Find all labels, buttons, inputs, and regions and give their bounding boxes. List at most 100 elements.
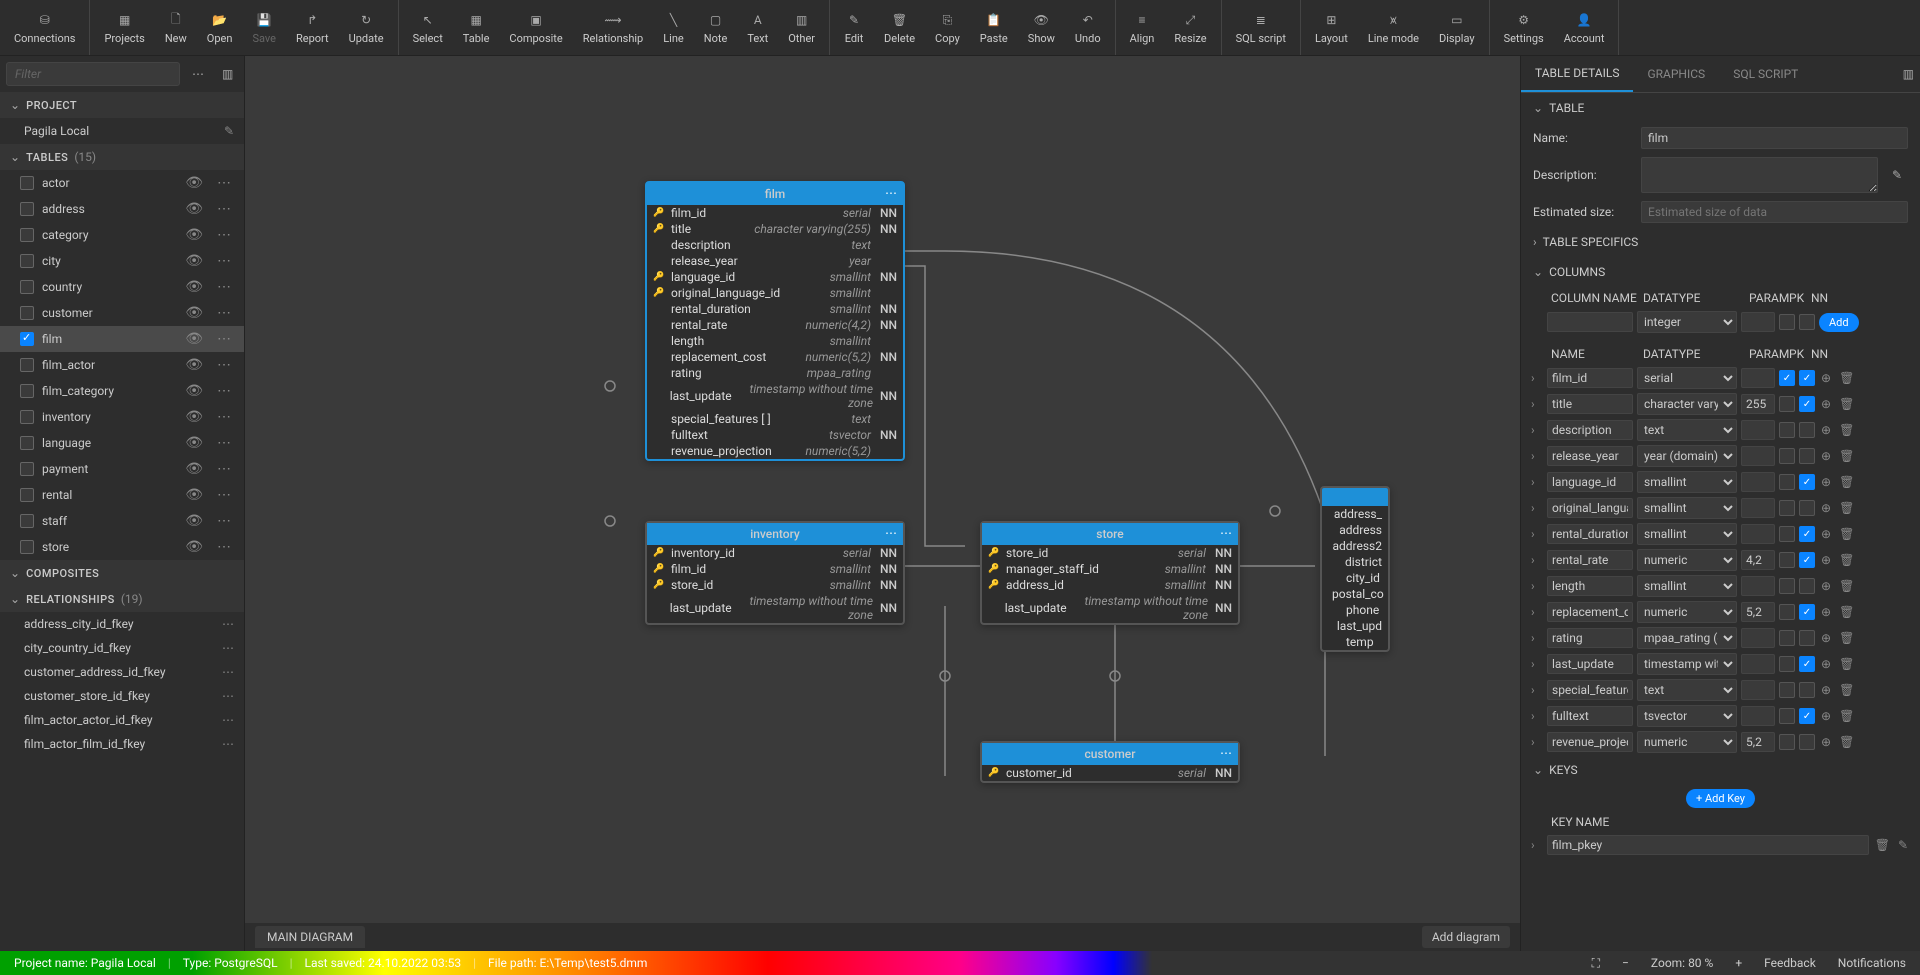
chevron-right-icon[interactable]: ›: [1531, 475, 1543, 489]
more-icon[interactable]: ⋯: [214, 539, 234, 555]
sidebar-item-actor[interactable]: actor👁⋯: [0, 170, 244, 196]
checkbox[interactable]: [20, 488, 34, 502]
more-icon[interactable]: ⋯: [1220, 746, 1232, 760]
pk-checkbox[interactable]: [1779, 630, 1795, 646]
tab-table-details[interactable]: TABLE DETAILS: [1521, 56, 1633, 92]
table-header[interactable]: inventory ⋯: [647, 523, 903, 545]
col-param-input[interactable]: [1741, 680, 1775, 700]
add-key-button[interactable]: + Add Key: [1686, 789, 1755, 808]
project-name-row[interactable]: Pagila Local ✎: [0, 118, 244, 144]
delete-icon[interactable]: 🗑: [1837, 553, 1856, 567]
eye-icon[interactable]: 👁: [182, 487, 206, 503]
drag-icon[interactable]: ⊕: [1819, 553, 1833, 567]
drag-icon[interactable]: ⊕: [1819, 449, 1833, 463]
col-name-input[interactable]: [1547, 446, 1633, 466]
nn-checkbox[interactable]: [1799, 630, 1815, 646]
more-icon[interactable]: ⋯: [214, 461, 234, 477]
panel-toggle-icon[interactable]: ▥: [216, 63, 239, 85]
col-param-input[interactable]: [1741, 654, 1775, 674]
align-button[interactable]: ≡Align: [1120, 0, 1165, 55]
col-name-input[interactable]: [1547, 420, 1633, 440]
sidebar-item-address[interactable]: address👁⋯: [0, 196, 244, 222]
rel-item-film_actor_actor_id_fkey[interactable]: film_actor_actor_id_fkey⋯: [0, 708, 244, 732]
pk-checkbox[interactable]: [1779, 682, 1795, 698]
chevron-right-icon[interactable]: ›: [1531, 423, 1543, 437]
table-name-input[interactable]: [1641, 127, 1908, 149]
drag-icon[interactable]: ⊕: [1819, 501, 1833, 515]
drag-icon[interactable]: ⊕: [1819, 605, 1833, 619]
col-name-input[interactable]: [1547, 654, 1633, 674]
chevron-right-icon[interactable]: ›: [1531, 527, 1543, 541]
more-icon[interactable]: ⋯: [222, 689, 234, 703]
sidebar-item-payment[interactable]: payment👁⋯: [0, 456, 244, 482]
edit-icon[interactable]: ✎: [1896, 838, 1910, 852]
diagram-canvas[interactable]: film ⋯ 🔑film_idserialNN🔑titlecharacter v…: [245, 56, 1520, 951]
tab-main-diagram[interactable]: MAIN DIAGRAM: [255, 926, 365, 948]
nn-checkbox[interactable]: [1799, 552, 1815, 568]
resize-button[interactable]: ⤢Resize: [1164, 0, 1216, 55]
panel-toggle-icon[interactable]: ▥: [1897, 63, 1920, 85]
checkbox[interactable]: [20, 384, 34, 398]
other-button[interactable]: ▥Other: [778, 0, 825, 55]
column-row[interactable]: lengthsmallint: [647, 333, 903, 349]
nn-checkbox[interactable]: [1799, 604, 1815, 620]
pk-checkbox[interactable]: [1779, 422, 1795, 438]
pk-checkbox[interactable]: [1779, 578, 1795, 594]
eye-icon[interactable]: 👁: [182, 305, 206, 321]
more-icon[interactable]: ⋯: [885, 526, 897, 540]
more-icon[interactable]: ⋯: [214, 201, 234, 217]
col-name-input[interactable]: [1547, 602, 1633, 622]
eye-icon[interactable]: 👁: [182, 175, 206, 191]
eye-icon[interactable]: 👁: [182, 461, 206, 477]
column-row[interactable]: postal_co: [1322, 586, 1388, 602]
nn-checkbox[interactable]: [1799, 734, 1815, 750]
delete-icon[interactable]: 🗑: [1837, 501, 1856, 515]
delete-icon[interactable]: 🗑: [1837, 709, 1856, 723]
col-name-input[interactable]: [1547, 576, 1633, 596]
drag-icon[interactable]: ⊕: [1819, 709, 1833, 723]
sidebar-item-film_actor[interactable]: film_actor👁⋯: [0, 352, 244, 378]
column-row[interactable]: special_features [ ]text: [647, 411, 903, 427]
drag-icon[interactable]: ⊕: [1819, 683, 1833, 697]
pk-checkbox[interactable]: [1779, 708, 1795, 724]
column-row[interactable]: city_id: [1322, 570, 1388, 586]
chevron-right-icon[interactable]: ›: [1531, 605, 1543, 619]
column-row[interactable]: last_updatetimestamp without time zoneNN: [647, 381, 903, 411]
column-row[interactable]: temp: [1322, 634, 1388, 650]
tab-sql-script[interactable]: SQL SCRIPT: [1719, 57, 1812, 91]
eye-icon[interactable]: 👁: [182, 383, 206, 399]
more-icon[interactable]: ⋯: [222, 737, 234, 751]
relationships-section[interactable]: ⌄ RELATIONSHIPS (19): [0, 586, 244, 612]
delete-icon[interactable]: 🗑: [1837, 371, 1856, 385]
key-name-input[interactable]: [1547, 835, 1869, 855]
checkbox[interactable]: [20, 514, 34, 528]
more-icon[interactable]: ⋯: [222, 617, 234, 631]
checkbox[interactable]: [20, 228, 34, 242]
col-datatype-select[interactable]: text: [1637, 679, 1737, 701]
edit-icon[interactable]: ✎: [224, 124, 234, 138]
table-header[interactable]: store ⋯: [982, 523, 1238, 545]
layout-button[interactable]: ⊞Layout: [1305, 0, 1358, 55]
checkbox[interactable]: [20, 332, 34, 346]
col-datatype-select[interactable]: smallint: [1637, 523, 1737, 545]
column-row[interactable]: 🔑film_idsmallintNN: [647, 561, 903, 577]
chevron-right-icon[interactable]: ›: [1531, 579, 1543, 593]
nn-checkbox[interactable]: [1799, 578, 1815, 594]
more-icon[interactable]: ⋯: [214, 227, 234, 243]
eye-icon[interactable]: 👁: [182, 331, 206, 347]
select-button[interactable]: ↖Select: [403, 0, 453, 55]
chevron-right-icon[interactable]: ›: [1531, 838, 1543, 852]
col-datatype-select[interactable]: numeric: [1637, 549, 1737, 571]
nn-checkbox[interactable]: [1799, 682, 1815, 698]
col-name-input[interactable]: [1547, 368, 1633, 388]
col-name-input[interactable]: [1547, 394, 1633, 414]
delete-icon[interactable]: 🗑: [1837, 605, 1856, 619]
col-param-input[interactable]: [1741, 602, 1775, 622]
sidebar-item-staff[interactable]: staff👁⋯: [0, 508, 244, 534]
nn-checkbox[interactable]: [1799, 370, 1815, 386]
undo-button[interactable]: ↶Undo: [1065, 0, 1111, 55]
col-param-input[interactable]: [1741, 394, 1775, 414]
more-icon[interactable]: ⋯: [214, 409, 234, 425]
projects-button[interactable]: ▦Projects: [94, 0, 154, 55]
more-icon[interactable]: ⋯: [222, 713, 234, 727]
